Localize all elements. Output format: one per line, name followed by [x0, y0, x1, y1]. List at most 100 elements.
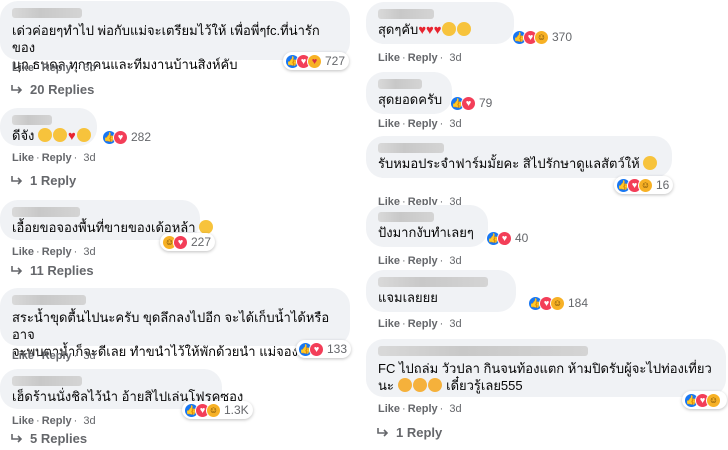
- reaction-count: 1.3K: [224, 403, 249, 417]
- comment-age: 3d: [449, 255, 462, 267]
- reply-link[interactable]: Reply: [408, 52, 438, 64]
- comment-actions: Like · Reply · 3d: [378, 318, 462, 330]
- reply-link[interactable]: Reply: [408, 118, 438, 130]
- comment-actions: Like · Reply · 3d: [12, 415, 96, 427]
- reply-arrow-icon: [11, 175, 23, 185]
- reaction-summary[interactable]: ☺ ♥ 227: [160, 233, 216, 251]
- comment-age: 3d: [449, 52, 462, 64]
- love-reaction-icon: ♥: [497, 230, 512, 246]
- replies-count: 11 Replies: [30, 263, 94, 278]
- like-link[interactable]: Like: [12, 246, 34, 258]
- reaction-count: 16: [656, 178, 670, 192]
- replies-count: 5 Replies: [30, 431, 88, 446]
- commenter-name-redacted[interactable]: [12, 115, 52, 125]
- commenter-name-redacted[interactable]: [378, 9, 434, 19]
- comments-column-right: สุดๆคับ♥♥♥ 👍 ♥ ☺ 370 Like · Reply · 3d สุดยอดค…: [366, 0, 728, 450]
- reply-arrow-icon: [11, 84, 23, 94]
- reaction-summary[interactable]: 👍 ♥ 79: [448, 94, 496, 112]
- love-reaction-icon: ♥: [173, 234, 188, 250]
- reaction-summary[interactable]: 👍 ♥ 133: [296, 340, 352, 358]
- comment-actions: Like · Reply · 3d: [378, 52, 462, 64]
- comment-text: เฮ็ดร้านนั่งชิลไว้นำ อ้ายสิไปเล่นโฟรคซอง: [12, 389, 244, 404]
- reaction-summary[interactable]: 👍 ♥ ☺: [682, 391, 727, 409]
- like-link[interactable]: Like: [12, 152, 34, 164]
- heart-eyes-emoji-icon: [457, 22, 472, 36]
- comment-text: สุดๆคับ♥♥♥: [378, 21, 502, 38]
- reaction-count: 370: [552, 30, 573, 44]
- like-link[interactable]: Like: [12, 62, 34, 74]
- love-reaction-icon: ♥: [461, 95, 476, 111]
- replies-count: 20 Replies: [30, 82, 95, 97]
- like-link[interactable]: Like: [378, 118, 400, 130]
- reply-link[interactable]: Reply: [42, 350, 72, 362]
- reaction-count: 184: [568, 296, 589, 310]
- comment-text: แจมเลยยย: [378, 290, 438, 305]
- clap-emoji-icon: [38, 128, 53, 142]
- view-replies-link[interactable]: 20 Replies: [10, 82, 94, 97]
- commenter-name-redacted[interactable]: [378, 143, 444, 153]
- view-replies-link[interactable]: 5 Replies: [10, 431, 87, 446]
- reaction-count: 79: [479, 96, 493, 110]
- comment-text: FC ไปถล่ม วัวปลา กินจนท้องแตก ห้ามปิดรับ…: [378, 360, 714, 394]
- reply-link[interactable]: Reply: [42, 62, 72, 74]
- reaction-summary[interactable]: 👍 ♥ ☺ 184: [526, 294, 592, 312]
- replies-count: 1 Reply: [396, 425, 443, 440]
- commenter-name-redacted[interactable]: [12, 207, 80, 217]
- view-replies-link[interactable]: 1 Reply: [376, 425, 442, 440]
- comment-actions: Like · Reply · 3d: [12, 152, 96, 164]
- reply-link[interactable]: Reply: [42, 246, 72, 258]
- like-link[interactable]: Like: [12, 350, 34, 362]
- commenter-name-redacted[interactable]: [12, 376, 82, 386]
- reply-arrow-icon: [11, 265, 23, 275]
- view-replies-link[interactable]: 11 Replies: [10, 263, 94, 278]
- comment-text: สุดยอดครับ: [378, 92, 443, 107]
- commenter-name-redacted[interactable]: [378, 277, 488, 287]
- comment-age: 3d: [83, 246, 96, 258]
- comment-bubble: สระน้ำขุดตื้นไปนะครับ ขุดลึกลงไปอีก จะได…: [0, 288, 350, 359]
- like-link[interactable]: Like: [378, 255, 400, 267]
- haha-reaction-icon: ☺: [706, 392, 721, 408]
- clap-emoji-icon: [53, 128, 68, 142]
- care-reaction-icon: ♥: [307, 53, 322, 69]
- reaction-summary[interactable]: 👍 ♥ ☺ 370: [510, 28, 576, 46]
- like-link[interactable]: Like: [378, 52, 400, 64]
- comment-text: รับหมอประจำฟาร์มมั้ยคะ สิไปรักษาดูแลสัตว…: [378, 155, 660, 172]
- reply-link[interactable]: Reply: [408, 255, 438, 267]
- like-link[interactable]: Like: [378, 318, 400, 330]
- reaction-summary[interactable]: 👍 ♥ 40: [484, 229, 532, 247]
- comment-text-body: ดีจัง: [12, 128, 35, 143]
- reaction-summary[interactable]: 👍 ♥ ☺ 16: [614, 176, 674, 194]
- commenter-name-redacted[interactable]: [378, 79, 422, 89]
- comment-age: 3d: [449, 403, 462, 415]
- comment-age: 3d: [449, 318, 462, 330]
- comment-text: ปังมากงับทำเลยๆ: [378, 225, 474, 240]
- reply-link[interactable]: Reply: [408, 318, 438, 330]
- like-link[interactable]: Like: [12, 415, 34, 427]
- reply-link[interactable]: Reply: [408, 403, 438, 415]
- comment-bubble: สุดๆคับ♥♥♥: [366, 2, 514, 44]
- view-replies-link[interactable]: 1 Reply: [10, 173, 76, 188]
- haha-reaction-icon: ☺: [550, 295, 565, 311]
- commenter-name-redacted[interactable]: [12, 8, 82, 18]
- laughing-emoji-icon: [397, 378, 412, 392]
- comment-bubble: FC ไปถล่ม วัวปลา กินจนท้องแตก ห้ามปิดรับ…: [366, 339, 726, 397]
- reply-link[interactable]: Reply: [42, 152, 72, 164]
- reaction-summary[interactable]: 👍 ♥ 282: [100, 128, 155, 146]
- haha-reaction-icon: ☺: [534, 29, 549, 45]
- comment-age: 3d: [83, 152, 96, 164]
- commenter-name-redacted[interactable]: [378, 346, 588, 356]
- smile-emoji-icon: [76, 128, 91, 142]
- like-link[interactable]: Like: [378, 403, 400, 415]
- comment-actions: Like · Reply · 3d: [12, 246, 96, 258]
- commenter-name-redacted[interactable]: [12, 295, 86, 305]
- reply-arrow-icon: [377, 427, 389, 437]
- commenter-name-redacted[interactable]: [378, 212, 434, 222]
- reaction-count: 133: [327, 342, 348, 356]
- reaction-count: 727: [325, 54, 346, 68]
- reaction-summary[interactable]: 👍 ♥ ♥ 727: [283, 52, 350, 70]
- comment-actions: Like · Reply · 3d: [12, 62, 96, 74]
- comment-text-body: รับหมอประจำฟาร์มมั้ยคะ สิไปรักษาดูแลสัตว…: [378, 156, 640, 171]
- comment-actions: Like · Reply · 3d: [378, 118, 462, 130]
- reaction-summary[interactable]: 👍 ♥ ☺ 1.3K: [182, 401, 253, 419]
- reply-link[interactable]: Reply: [42, 415, 72, 427]
